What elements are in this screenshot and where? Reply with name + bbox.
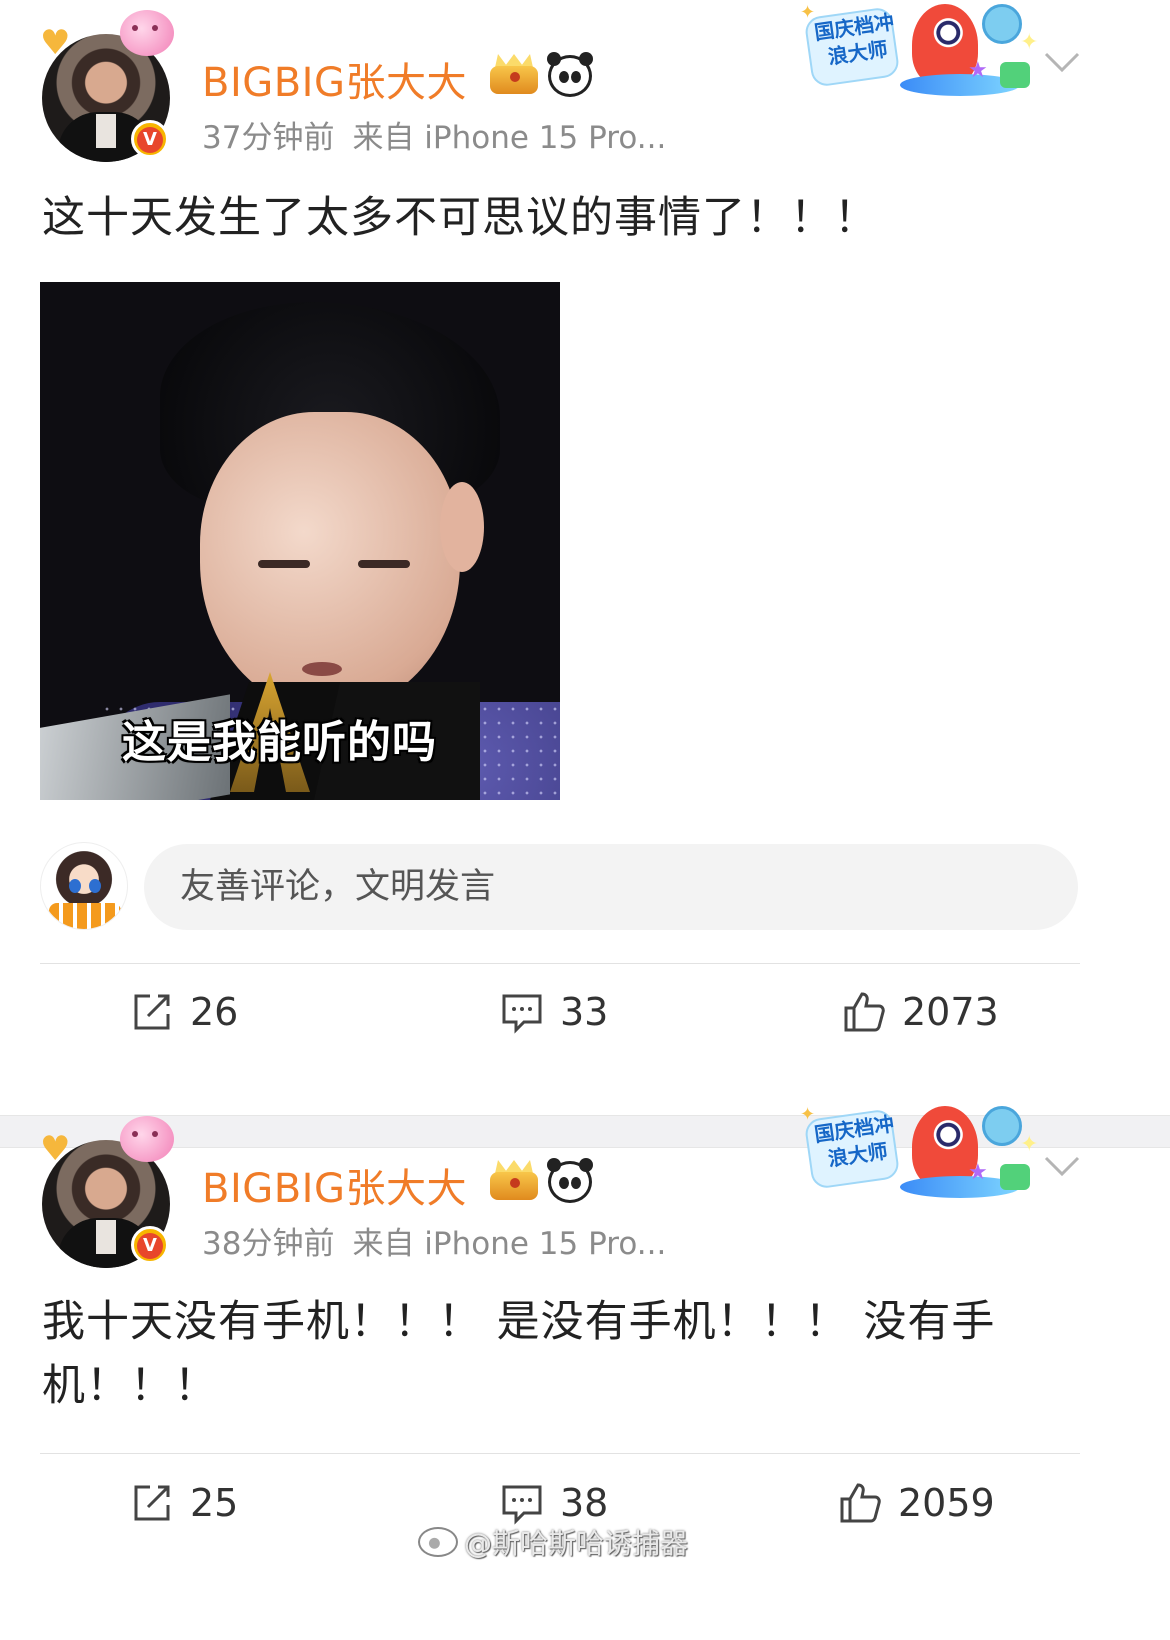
weibo-post: ♥ V BIGBIG张大大 37分钟前 来自 iPhone 15 Pro... 国… bbox=[0, 0, 1170, 1115]
post-time: 37分钟前 bbox=[202, 120, 335, 156]
verified-v-icon: V bbox=[131, 1226, 169, 1264]
author-avatar[interactable]: ♥ V bbox=[40, 1116, 174, 1268]
post-text: 这十天发生了太多不可思议的事情了！！！ bbox=[42, 193, 878, 243]
pink-mascot-decoration-icon bbox=[120, 10, 174, 56]
like-icon bbox=[842, 990, 886, 1034]
divider bbox=[40, 963, 1080, 964]
post-time: 38分钟前 bbox=[202, 1226, 335, 1262]
promo-badge[interactable]: 国庆档冲浪大师 ✦ ✦ ★ bbox=[800, 1104, 1040, 1210]
post-meta: 38分钟前 来自 iPhone 15 Pro... bbox=[202, 1218, 666, 1263]
current-user-avatar[interactable] bbox=[40, 842, 128, 930]
crown-badge-icon[interactable] bbox=[488, 54, 540, 96]
repost-button[interactable]: 26 bbox=[130, 982, 238, 1042]
repost-icon bbox=[130, 990, 174, 1034]
weibo-post: ♥ V BIGBIG张大大 38分钟前 来自 iPhone 15 Pro... 国… bbox=[0, 1104, 1170, 1640]
repost-icon bbox=[130, 1481, 174, 1525]
author-username[interactable]: BIGBIG张大大 bbox=[202, 50, 467, 108]
repost-count: 26 bbox=[190, 990, 239, 1034]
panda-badge-icon[interactable] bbox=[547, 1158, 593, 1203]
chevron-down-icon[interactable] bbox=[1044, 50, 1080, 74]
watermark-text: @斯哈斯哈诱捕器 bbox=[464, 1527, 689, 1560]
repost-count: 25 bbox=[190, 1481, 239, 1525]
like-button[interactable]: 2059 bbox=[838, 1473, 995, 1533]
author-username[interactable]: BIGBIG张大大 bbox=[202, 1156, 467, 1214]
like-button[interactable]: 2073 bbox=[842, 982, 999, 1042]
film-reel-icon bbox=[982, 1106, 1022, 1146]
pink-mascot-decoration-icon bbox=[120, 1116, 174, 1162]
panda-badge-icon[interactable] bbox=[547, 52, 593, 97]
like-icon bbox=[838, 1481, 882, 1525]
crown-badge-icon[interactable] bbox=[488, 1160, 540, 1202]
comment-count: 33 bbox=[560, 990, 609, 1034]
comment-icon bbox=[500, 1481, 544, 1525]
post-source[interactable]: 来自 iPhone 15 Pro... bbox=[352, 120, 666, 156]
gift-icon bbox=[1000, 1164, 1030, 1190]
post-image[interactable]: 这是我能听的吗 bbox=[40, 282, 560, 800]
comment-icon bbox=[500, 990, 544, 1034]
like-count: 2073 bbox=[902, 990, 999, 1034]
verified-v-icon: V bbox=[131, 120, 169, 158]
watermark: @斯哈斯哈诱捕器 bbox=[418, 1522, 688, 1562]
gift-icon bbox=[1000, 62, 1030, 88]
post-meta: 37分钟前 来自 iPhone 15 Pro... bbox=[202, 112, 666, 157]
divider bbox=[40, 1453, 1080, 1454]
post-source[interactable]: 来自 iPhone 15 Pro... bbox=[352, 1226, 666, 1262]
image-caption: 这是我能听的吗 bbox=[122, 717, 437, 768]
heart-decoration-icon: ♥ bbox=[40, 23, 71, 63]
weibo-logo-icon bbox=[418, 1527, 458, 1557]
promo-badge[interactable]: 国庆档冲浪大师 ✦ ✦ ★ bbox=[800, 2, 1040, 108]
heart-decoration-icon: ♥ bbox=[40, 1129, 71, 1169]
comment-count: 38 bbox=[560, 1481, 609, 1525]
chevron-down-icon[interactable] bbox=[1044, 1154, 1080, 1178]
post-text-line1: 我十天没有手机！！！ 是没有手机！！！ 没有手 bbox=[42, 1297, 996, 1347]
author-avatar[interactable]: ♥ V bbox=[40, 10, 174, 162]
film-reel-icon bbox=[982, 4, 1022, 44]
comment-input[interactable]: 友善评论，文明发言 bbox=[144, 844, 1078, 930]
post-text-line2: 机！！！ bbox=[42, 1361, 218, 1411]
like-count: 2059 bbox=[898, 1481, 995, 1525]
comment-button[interactable]: 33 bbox=[500, 982, 608, 1042]
repost-button[interactable]: 25 bbox=[130, 1473, 238, 1533]
